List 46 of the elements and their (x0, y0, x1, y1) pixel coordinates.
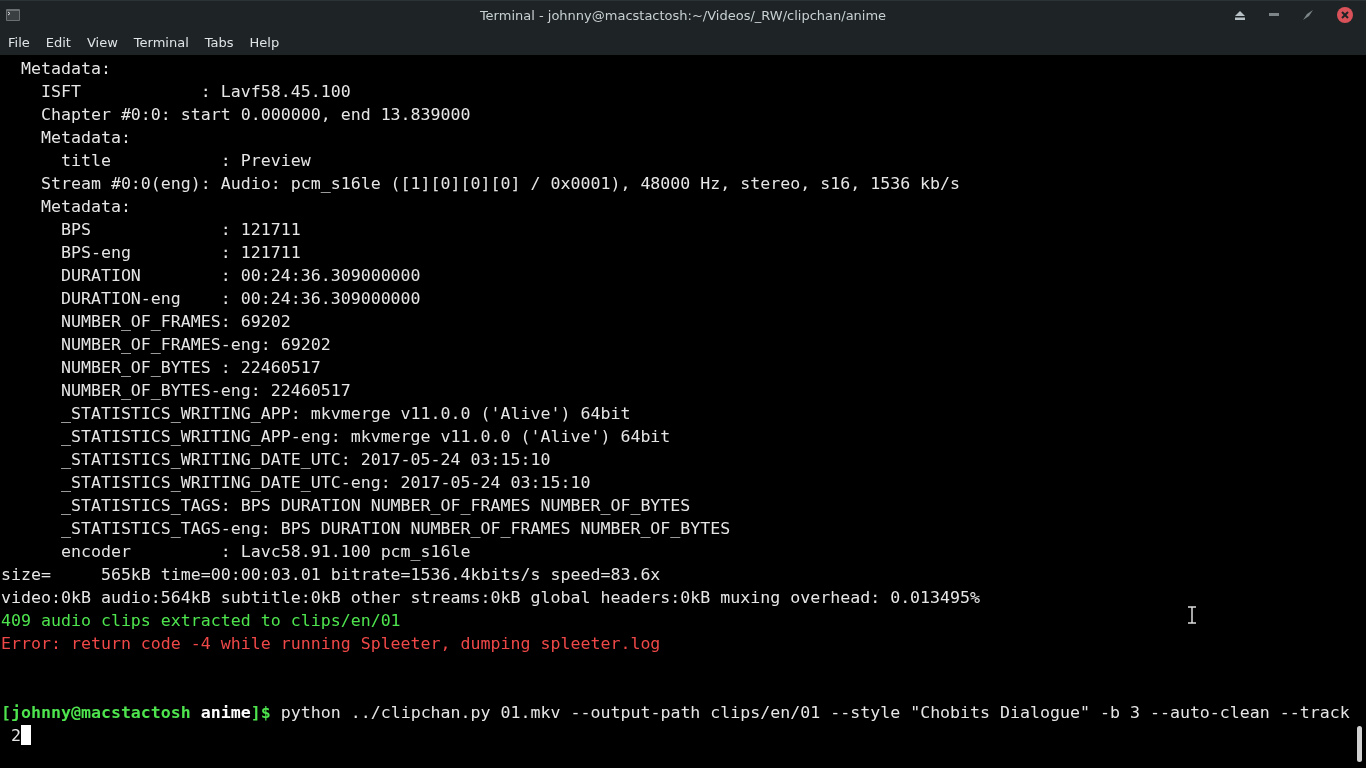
output-line: _STATISTICS_WRITING_DATE_UTC: 2017-05-24 03:15:10 (59, 450, 551, 469)
output-line: NUMBER_OF_BYTES : 22460517 (59, 358, 321, 377)
output-line: _STATISTICS_TAGS: BPS DURATION NUMBER_OF_FRAMES NUMBER_OF_BYTES (59, 496, 691, 515)
menu-item[interactable]: Tabs (204, 34, 242, 50)
maximize-icon[interactable] (1303, 10, 1313, 20)
output-line: NUMBER_OF_FRAMES-eng: 69202 (59, 335, 331, 354)
menu-item[interactable]: Edit (45, 34, 79, 50)
output-line: Metadata: (39, 197, 131, 216)
output-line: encoder : Lavc58.91.100 pcm_s16le (59, 542, 471, 561)
menu-item[interactable]: View (86, 34, 126, 50)
output-line: video:0kB audio:564kB subtitle:0kB other streams:0kB global headers:0kB muxing overhead: 0.013495% (1, 588, 981, 607)
prompt-directory: anime (200, 703, 251, 722)
output-line: NUMBER_OF_FRAMES: 69202 (59, 312, 291, 331)
prompt-symbol: ]$ (250, 703, 271, 722)
output-line: BPS : 121711 (59, 220, 301, 239)
text-cursor (21, 725, 31, 745)
scrollbar-thumb[interactable] (1356, 726, 1362, 762)
output-line: _STATISTICS_WRITING_APP-eng: mkvmerge v11.0.0 ('Alive') 64bit (59, 427, 671, 446)
output-line: Stream #0:0(eng): Audio: pcm_s16le ([1][0][0][0] / 0x0001), 48000 Hz, stereo, s16, 1536 kb/s (39, 174, 961, 193)
command-text: 2 (10, 726, 21, 745)
output-line: Metadata: (39, 128, 131, 147)
output-line: NUMBER_OF_BYTES-eng: 22460517 (59, 381, 351, 400)
output-line: title : Preview (59, 151, 311, 170)
command-text: python ../clipchan.py 01.mkv --output-path clips/en/01 --style "Chobits Dialogue" -b 3 --auto-clean --track (280, 703, 1350, 722)
error-message: Error: return code -4 while running Spleeter, dumping spleeter.log (1, 634, 661, 653)
output-line: _STATISTICS_TAGS-eng: BPS DURATION NUMBER_OF_FRAMES NUMBER_OF_BYTES (59, 519, 731, 538)
menu-item[interactable]: Terminal (133, 34, 197, 50)
success-message: 409 audio clips extracted to clips/en/01 (1, 611, 401, 630)
menu-item[interactable]: File (8, 34, 38, 50)
output-line: _STATISTICS_WRITING_APP: mkvmerge v11.0.0 ('Alive') 64bit (59, 404, 631, 423)
shade-icon[interactable] (1235, 10, 1245, 20)
output-line: ISFT : Lavf58.45.100 (39, 82, 351, 101)
prompt-user-host: [johnny@macstactosh (1, 703, 191, 722)
output-line: Chapter #0:0: start 0.000000, end 13.839000 (39, 105, 471, 124)
close-icon[interactable] (1337, 7, 1353, 23)
menu-item[interactable]: Help (249, 34, 288, 50)
output-line: DURATION : 00:24:36.309000000 (59, 266, 421, 285)
output-line: DURATION-eng : 00:24:36.309000000 (59, 289, 421, 308)
output-line: BPS-eng : 121711 (59, 243, 301, 262)
output-line: _STATISTICS_WRITING_DATE_UTC-eng: 2017-05-24 03:15:10 (59, 473, 591, 492)
output-line: size= 565kB time=00:00:03.01 bitrate=1536.4kbits/s speed=83.6x (1, 565, 661, 584)
terminal-icon (6, 9, 20, 21)
window-title: Terminal - johnny@macstactosh:~/Videos/_RW/clipchan/anime (479, 7, 887, 23)
minimize-icon[interactable] (1269, 13, 1279, 17)
output-line: Metadata: (19, 59, 111, 78)
text-cursor-icon (1188, 606, 1196, 624)
